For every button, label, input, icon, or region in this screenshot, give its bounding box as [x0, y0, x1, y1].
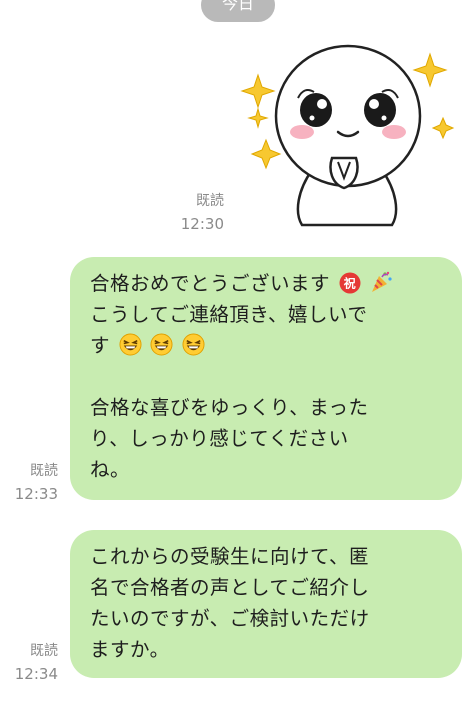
sticker-image[interactable]	[232, 40, 460, 230]
svg-text:祝: 祝	[343, 276, 356, 291]
party-popper-icon	[372, 271, 393, 292]
message-line: り、しっかり感じてください	[90, 427, 349, 450]
read-receipt: 既読	[30, 643, 58, 659]
laughing-face-icon	[119, 333, 142, 356]
message-line: ますか。	[90, 638, 170, 661]
message-line: 名で合格者の声としてご紹介し	[90, 576, 370, 599]
laughing-face-icon	[182, 333, 205, 356]
message-bubble[interactable]: これからの受験生に向けて、匿 名で合格者の声としてご紹介し たいのですが、ご検討…	[70, 530, 462, 678]
message-line: 合格おめでとうございます 祝	[90, 268, 442, 299]
message-bubble[interactable]: 合格おめでとうございます 祝 こうしてご連絡頂き、嬉しいで す 合格な喜びをゆっ…	[70, 257, 462, 500]
message-2-meta: 既読 12:34	[8, 640, 58, 686]
message-time: 12:30	[180, 215, 224, 233]
message-line: たいのですが、ご検討いただけ	[90, 607, 370, 630]
message-1-meta: 既読 12:33	[8, 460, 58, 506]
read-receipt: 既読	[30, 463, 58, 479]
date-separator: 今日	[201, 0, 275, 22]
sticker-message-meta: 既読 12:30	[176, 190, 224, 236]
celebration-kanji-icon: 祝	[339, 272, 361, 294]
message-time: 12:33	[14, 485, 58, 503]
message-line: こうしてご連絡頂き、嬉しいで	[90, 303, 368, 326]
message-line: ね。	[90, 458, 131, 481]
read-receipt: 既読	[196, 193, 224, 209]
message-time: 12:34	[14, 665, 58, 683]
message-line: す	[90, 330, 442, 361]
message-line: これからの受験生に向けて、匿	[90, 545, 370, 568]
message-line: 合格な喜びをゆっくり、まった	[90, 396, 369, 419]
laughing-face-icon	[150, 333, 173, 356]
